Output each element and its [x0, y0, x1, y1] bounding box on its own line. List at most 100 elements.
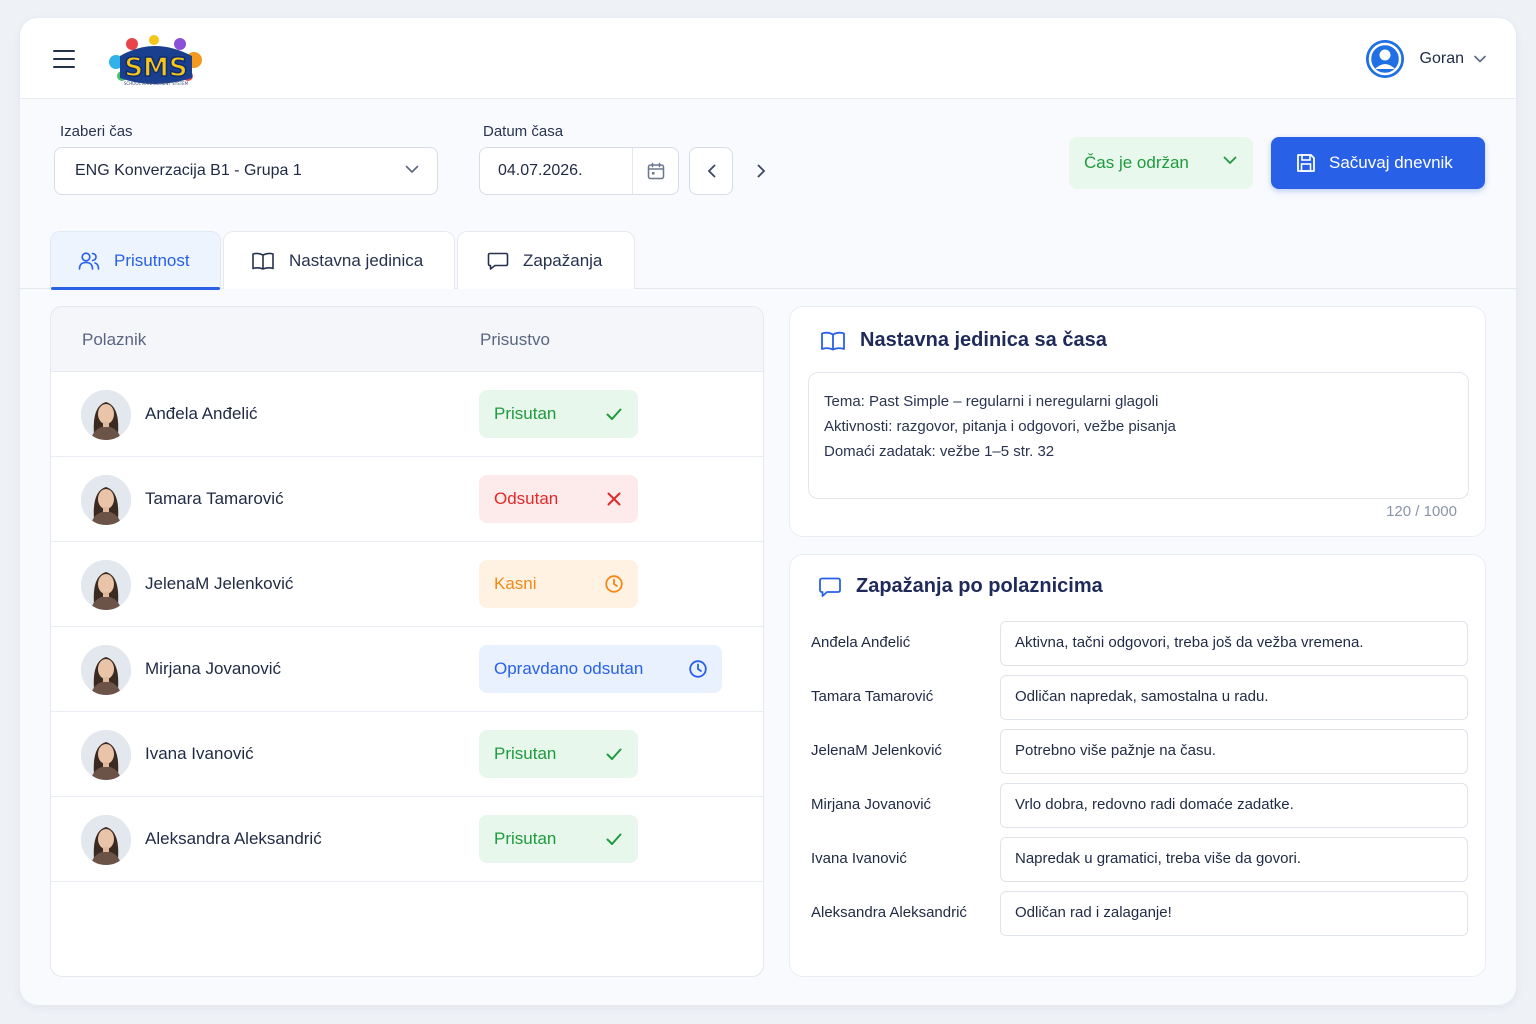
chat-icon: [819, 577, 841, 597]
student-name: Aleksandra Aleksandrić: [145, 829, 322, 848]
chevron-down-icon: [405, 165, 419, 174]
tab-lesson-unit-label: Nastavna jedinica: [289, 250, 424, 270]
student-name: Ivana Ivanović: [145, 744, 254, 763]
observations-card: Zapažanja po polaznicima Anđela Anđelić A…: [789, 554, 1486, 977]
lesson-textarea[interactable]: Tema: Past Simple – regularni i neregula…: [808, 372, 1469, 499]
observation-row: Tamara Tamarović Odličan napredak, samost…: [790, 675, 1487, 721]
student-name: Anđela Anđelić: [145, 404, 258, 423]
lesson-line: Aktivnosti: razgovor, pitanja i odgovori…: [824, 418, 1176, 435]
clock-icon: [604, 574, 624, 599]
observation-student-name: Aleksandra Aleksandrić: [811, 904, 967, 921]
observation-row: JelenaM Jelenković Potrebno više pažnje n…: [790, 729, 1487, 775]
tab-attendance-label: Prisutnost: [114, 250, 190, 270]
tab-observations-label: Zapažanja: [523, 250, 603, 270]
student-avatar: [81, 560, 131, 610]
attendance-status-label: Prisutan: [494, 829, 557, 848]
user-name: Goran: [1419, 50, 1464, 67]
class-select-label: Izaberi čas: [60, 123, 133, 140]
check-icon: [604, 829, 624, 854]
lesson-line: Tema: Past Simple – regularni i neregula…: [824, 393, 1159, 410]
tab-observations[interactable]: Zapažanja: [457, 231, 635, 289]
lesson-status-dropdown[interactable]: Čas je održan: [1069, 137, 1253, 189]
user-menu[interactable]: Goran: [1365, 38, 1486, 80]
date-value: 04.07.2026.: [498, 162, 583, 179]
class-select-value: ENG Konverzacija B1 - Grupa 1: [75, 162, 302, 179]
attendance-status-button[interactable]: Prisutan: [479, 390, 638, 438]
chevron-right-icon: [757, 164, 765, 178]
book-icon: [252, 252, 274, 270]
lesson-line: Domaći zadatak: vežbe 1–5 str. 32: [824, 443, 1055, 460]
attendance-status-label: Prisutan: [494, 404, 557, 423]
observation-input[interactable]: Vrlo dobra, redovno radi domaće zadatke.: [1000, 783, 1468, 828]
chat-icon: [487, 252, 509, 270]
chevron-down-icon: [1474, 55, 1486, 63]
next-date-button[interactable]: [739, 147, 783, 195]
table-body: Anđela Anđelić Prisutan Tamara Tamarović Od…: [51, 372, 763, 882]
check-icon: [604, 744, 624, 769]
table-row: Ivana Ivanović Prisutan: [51, 712, 763, 797]
attendance-status-button[interactable]: Odsutan: [479, 475, 638, 523]
user-avatar-icon: [1365, 40, 1404, 78]
table-row: Tamara Tamarović Odsutan: [51, 457, 763, 542]
observation-input[interactable]: Potrebno više pažnje na času.: [1000, 729, 1468, 774]
menu-icon[interactable]: [53, 50, 75, 68]
x-icon: [604, 489, 624, 514]
clock-icon: [688, 659, 708, 684]
table-row: JelenaM Jelenković Kasni: [51, 542, 763, 627]
observation-student-name: Tamara Tamarović: [811, 688, 934, 705]
observation-input[interactable]: Aktivna, tačni odgovori, treba još da ve…: [1000, 621, 1468, 666]
save-icon: [1297, 154, 1315, 172]
attendance-status-button[interactable]: Prisutan: [479, 815, 638, 863]
lesson-unit-card: Nastavna jedinica sa časa Tema: Past Sim…: [789, 306, 1486, 537]
student-avatar: [81, 730, 131, 780]
users-icon: [78, 251, 100, 270]
observations-title-text: Zapažanja po polaznicima: [856, 575, 1103, 597]
save-journal-button[interactable]: Sačuvaj dnevnik: [1271, 137, 1485, 189]
date-label: Datum časa: [483, 123, 564, 140]
attendance-status-label: Opravdano odsutan: [494, 659, 644, 678]
observation-student-name: JelenaM Jelenković: [811, 742, 942, 759]
attendance-table: Polaznik Prisustvo Anđela Anđelić Prisuta…: [50, 306, 764, 977]
table-row: Anđela Anđelić Prisutan: [51, 372, 763, 457]
tab-attendance[interactable]: Prisutnost: [50, 231, 221, 290]
student-avatar: [81, 475, 131, 525]
student-avatar: [81, 815, 131, 865]
observation-input[interactable]: Napredak u gramatici, treba više da govo…: [1000, 837, 1468, 882]
date-field[interactable]: 04.07.2026.: [479, 147, 679, 195]
chevron-left-icon: [707, 164, 715, 178]
observation-input[interactable]: Odličan rad i zalaganje!: [1000, 891, 1468, 936]
lesson-status-value: Čas je održan: [1084, 153, 1189, 172]
student-name: Tamara Tamarović: [145, 489, 284, 508]
column-header-presence: Prisustvo: [480, 330, 550, 349]
column-header-student: Polaznik: [82, 330, 147, 349]
chevron-down-icon: [1223, 156, 1237, 165]
table-header: Polaznik Prisustvo: [51, 307, 763, 372]
attendance-status-label: Kasni: [494, 574, 537, 593]
student-name: JelenaM Jelenković: [145, 574, 294, 593]
observation-student-name: Mirjana Jovanović: [811, 796, 932, 813]
table-row: Aleksandra Aleksandrić Prisutan: [51, 797, 763, 882]
student-avatar: [81, 390, 131, 440]
svg-text:SCHOOL MANAGEMENT SYSTEM: SCHOOL MANAGEMENT SYSTEM: [124, 81, 189, 86]
class-select[interactable]: ENG Konverzacija B1 - Grupa 1: [54, 147, 438, 195]
character-counter: 120 / 1000: [1386, 503, 1457, 520]
calendar-icon[interactable]: [632, 148, 678, 194]
check-icon: [604, 404, 624, 429]
attendance-status-button[interactable]: Kasni: [479, 560, 638, 608]
observation-input[interactable]: Odličan napredak, samostalna u radu.: [1000, 675, 1468, 720]
observation-row: Anđela Anđelić Aktivna, tačni odgovori, t…: [790, 621, 1487, 667]
lesson-unit-title: Nastavna jedinica sa časa: [820, 329, 1107, 352]
tab-lesson-unit[interactable]: Nastavna jedinica: [223, 231, 455, 289]
book-icon: [821, 331, 845, 350]
save-button-label: Sačuvaj dnevnik: [1329, 153, 1453, 172]
svg-text:SMS: SMS: [124, 53, 187, 83]
observations-title: Zapažanja po polaznicima: [818, 575, 1103, 598]
attendance-status-button[interactable]: Prisutan: [479, 730, 638, 778]
observation-student-name: Anđela Anđelić: [811, 634, 911, 651]
previous-date-button[interactable]: [689, 147, 733, 195]
observation-row: Aleksandra Aleksandrić Odličan rad i zala…: [790, 891, 1487, 937]
attendance-status-button[interactable]: Opravdano odsutan: [479, 645, 722, 693]
student-avatar: [81, 645, 131, 695]
observation-row: Mirjana Jovanović Vrlo dobra, redovno rad…: [790, 783, 1487, 829]
sms-logo: SMS SCHOOL MANAGEMENT SYSTEM: [109, 35, 202, 86]
